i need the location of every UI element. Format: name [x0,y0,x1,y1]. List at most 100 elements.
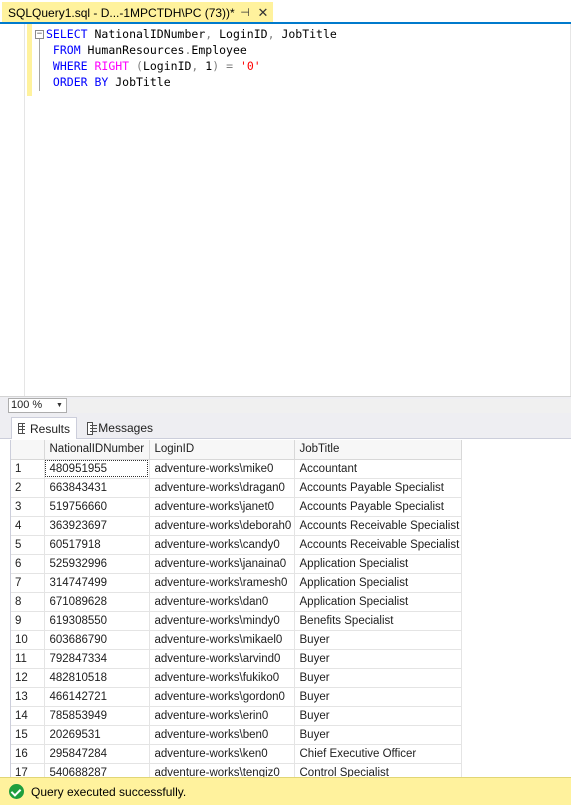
table-row[interactable]: 7 314747499 adventure-works\ramesh0 Applica… [11,573,462,593]
grid-cell[interactable]: Buyer [294,630,462,650]
grid-cell[interactable]: adventure-works\ben0 [149,725,295,745]
grid-cell[interactable]: adventure-works\ramesh0 [149,573,295,593]
table-row[interactable]: 15 20269531 adventure-works\ben0 Buyer [11,725,462,745]
row-number-cell[interactable]: 6 [11,554,45,574]
row-number-cell[interactable]: 15 [11,725,45,745]
grid-cell[interactable]: Benefits Specialist [294,611,462,631]
close-icon[interactable]: ✕ [256,5,270,21]
table-row[interactable]: 12 482810518 adventure-works\fukiko0 Buyer [11,668,462,688]
grid-cell[interactable]: 480951955 [44,459,150,479]
code-line[interactable]: ORDER BY JobTitle [46,74,337,90]
chevron-down-icon[interactable]: ▼ [54,399,65,412]
grid-cell[interactable]: 792847334 [44,649,150,669]
grid-cell[interactable]: 60517918 [44,535,150,555]
grid-cell[interactable]: adventure-works\mike0 [149,459,295,479]
code-line[interactable]: FROM HumanResources.Employee [46,42,337,58]
table-row[interactable]: 4 363923697 adventure-works\deborah0 Accoun… [11,516,462,536]
grid-cell[interactable]: 603686790 [44,630,150,650]
grid-cell[interactable]: adventure-works\candy0 [149,535,295,555]
query-editor[interactable]: − SELECT NationalIDNumber, LoginID, JobT… [0,24,571,396]
grid-cell[interactable]: adventure-works\ken0 [149,744,295,764]
grid-cell[interactable]: adventure-works\dragan0 [149,478,295,498]
row-number-cell[interactable]: 17 [11,763,45,777]
grid-cell[interactable]: adventure-works\janaina0 [149,554,295,574]
collapse-region-icon[interactable]: − [35,30,44,39]
row-number-cell[interactable]: 14 [11,706,45,726]
grid-cell[interactable]: adventure-works\mikael0 [149,630,295,650]
query-document-tab[interactable]: SQLQuery1.sql - D...-1MPCTDH\PC (73))* ⊣… [2,2,273,24]
results-grid[interactable]: NationalIDNumber LoginID JobTitle 1 4809519… [10,440,571,777]
row-number-cell[interactable]: 13 [11,687,45,707]
grid-cell[interactable]: Chief Executive Officer [294,744,462,764]
grid-cell[interactable]: Application Specialist [294,592,462,612]
grid-cell[interactable]: Application Specialist [294,554,462,574]
table-row[interactable]: 8 671089628 adventure-works\dan0 Applicatio… [11,592,462,612]
table-row[interactable]: 10 603686790 adventure-works\mikael0 Buyer [11,630,462,650]
row-number-cell[interactable]: 12 [11,668,45,688]
grid-cell[interactable]: 785853949 [44,706,150,726]
grid-cell[interactable]: 482810518 [44,668,150,688]
grid-cell[interactable]: Buyer [294,725,462,745]
grid-cell[interactable]: 663843431 [44,478,150,498]
grid-cell[interactable]: Accounts Receivable Specialist [294,516,462,536]
row-number-cell[interactable]: 1 [11,459,45,479]
grid-cell[interactable]: Buyer [294,649,462,669]
grid-cell[interactable]: Accounts Receivable Specialist [294,535,462,555]
grid-cell[interactable]: 540688287 [44,763,150,777]
row-number-cell[interactable]: 2 [11,478,45,498]
grid-cell[interactable]: Buyer [294,668,462,688]
table-row[interactable]: 1 480951955 adventure-works\mike0 Accountan… [11,459,462,479]
grid-cell[interactable]: adventure-works\mindy0 [149,611,295,631]
grid-cell[interactable]: Accounts Payable Specialist [294,497,462,517]
grid-cell[interactable]: Application Specialist [294,573,462,593]
grid-cell[interactable]: adventure-works\fukiko0 [149,668,295,688]
grid-cell[interactable]: 525932996 [44,554,150,574]
column-header[interactable]: JobTitle [294,440,462,460]
table-row[interactable]: 17 540688287 adventure-works\tengiz0 Contro… [11,763,462,777]
grid-cell[interactable]: Control Specialist [294,763,462,777]
grid-cell[interactable]: Accountant [294,459,462,479]
code-line[interactable]: WHERE RIGHT (LoginID, 1) = '0' [46,58,337,74]
row-number-cell[interactable]: 8 [11,592,45,612]
column-header[interactable]: LoginID [149,440,295,460]
pin-icon[interactable]: ⊣ [238,5,252,21]
row-number-cell[interactable]: 7 [11,573,45,593]
grid-cell[interactable]: adventure-works\erin0 [149,706,295,726]
row-number-cell[interactable]: 5 [11,535,45,555]
row-number-cell[interactable]: 9 [11,611,45,631]
table-row[interactable]: 5 60517918 adventure-works\candy0 Accounts … [11,535,462,555]
grid-cell[interactable]: 295847284 [44,744,150,764]
table-row[interactable]: 11 792847334 adventure-works\arvind0 Buyer [11,649,462,669]
editor-horizontal-scrollbar[interactable] [70,399,571,413]
row-number-cell[interactable]: 10 [11,630,45,650]
table-row[interactable]: 14 785853949 adventure-works\erin0 Buyer [11,706,462,726]
code-line[interactable]: SELECT NationalIDNumber, LoginID, JobTit… [46,26,337,42]
table-row[interactable]: 13 466142721 adventure-works\gordon0 Buyer [11,687,462,707]
grid-cell[interactable]: adventure-works\arvind0 [149,649,295,669]
grid-cell[interactable]: Buyer [294,706,462,726]
grid-cell[interactable]: Buyer [294,687,462,707]
grid-cell[interactable]: adventure-works\tengiz0 [149,763,295,777]
row-number-cell[interactable]: 3 [11,497,45,517]
table-row[interactable]: 3 519756660 adventure-works\janet0 Accounts… [11,497,462,517]
table-row[interactable]: 2 663843431 adventure-works\dragan0 Account… [11,478,462,498]
grid-cell[interactable]: 466142721 [44,687,150,707]
grid-cell[interactable]: 619308550 [44,611,150,631]
grid-cell[interactable]: Accounts Payable Specialist [294,478,462,498]
sql-code[interactable]: SELECT NationalIDNumber, LoginID, JobTit… [46,26,337,90]
grid-cell[interactable]: adventure-works\janet0 [149,497,295,517]
grid-cell[interactable]: 671089628 [44,592,150,612]
row-number-cell[interactable]: 16 [11,744,45,764]
grid-cell[interactable]: adventure-works\deborah0 [149,516,295,536]
grid-cell[interactable]: 20269531 [44,725,150,745]
grid-cell[interactable]: 363923697 [44,516,150,536]
table-row[interactable]: 16 295847284 adventure-works\ken0 Chief Exe… [11,744,462,764]
table-row[interactable]: 6 525932996 adventure-works\janaina0 Applic… [11,554,462,574]
row-number-cell[interactable]: 4 [11,516,45,536]
grid-cell[interactable]: adventure-works\dan0 [149,592,295,612]
table-row[interactable]: 9 619308550 adventure-works\mindy0 Benefits… [11,611,462,631]
tab-messages[interactable]: Messages [81,417,159,439]
row-number-cell[interactable]: 11 [11,649,45,669]
tab-results[interactable]: Results [11,417,77,439]
zoom-dropdown[interactable]: 100 % ▼ [8,398,67,413]
